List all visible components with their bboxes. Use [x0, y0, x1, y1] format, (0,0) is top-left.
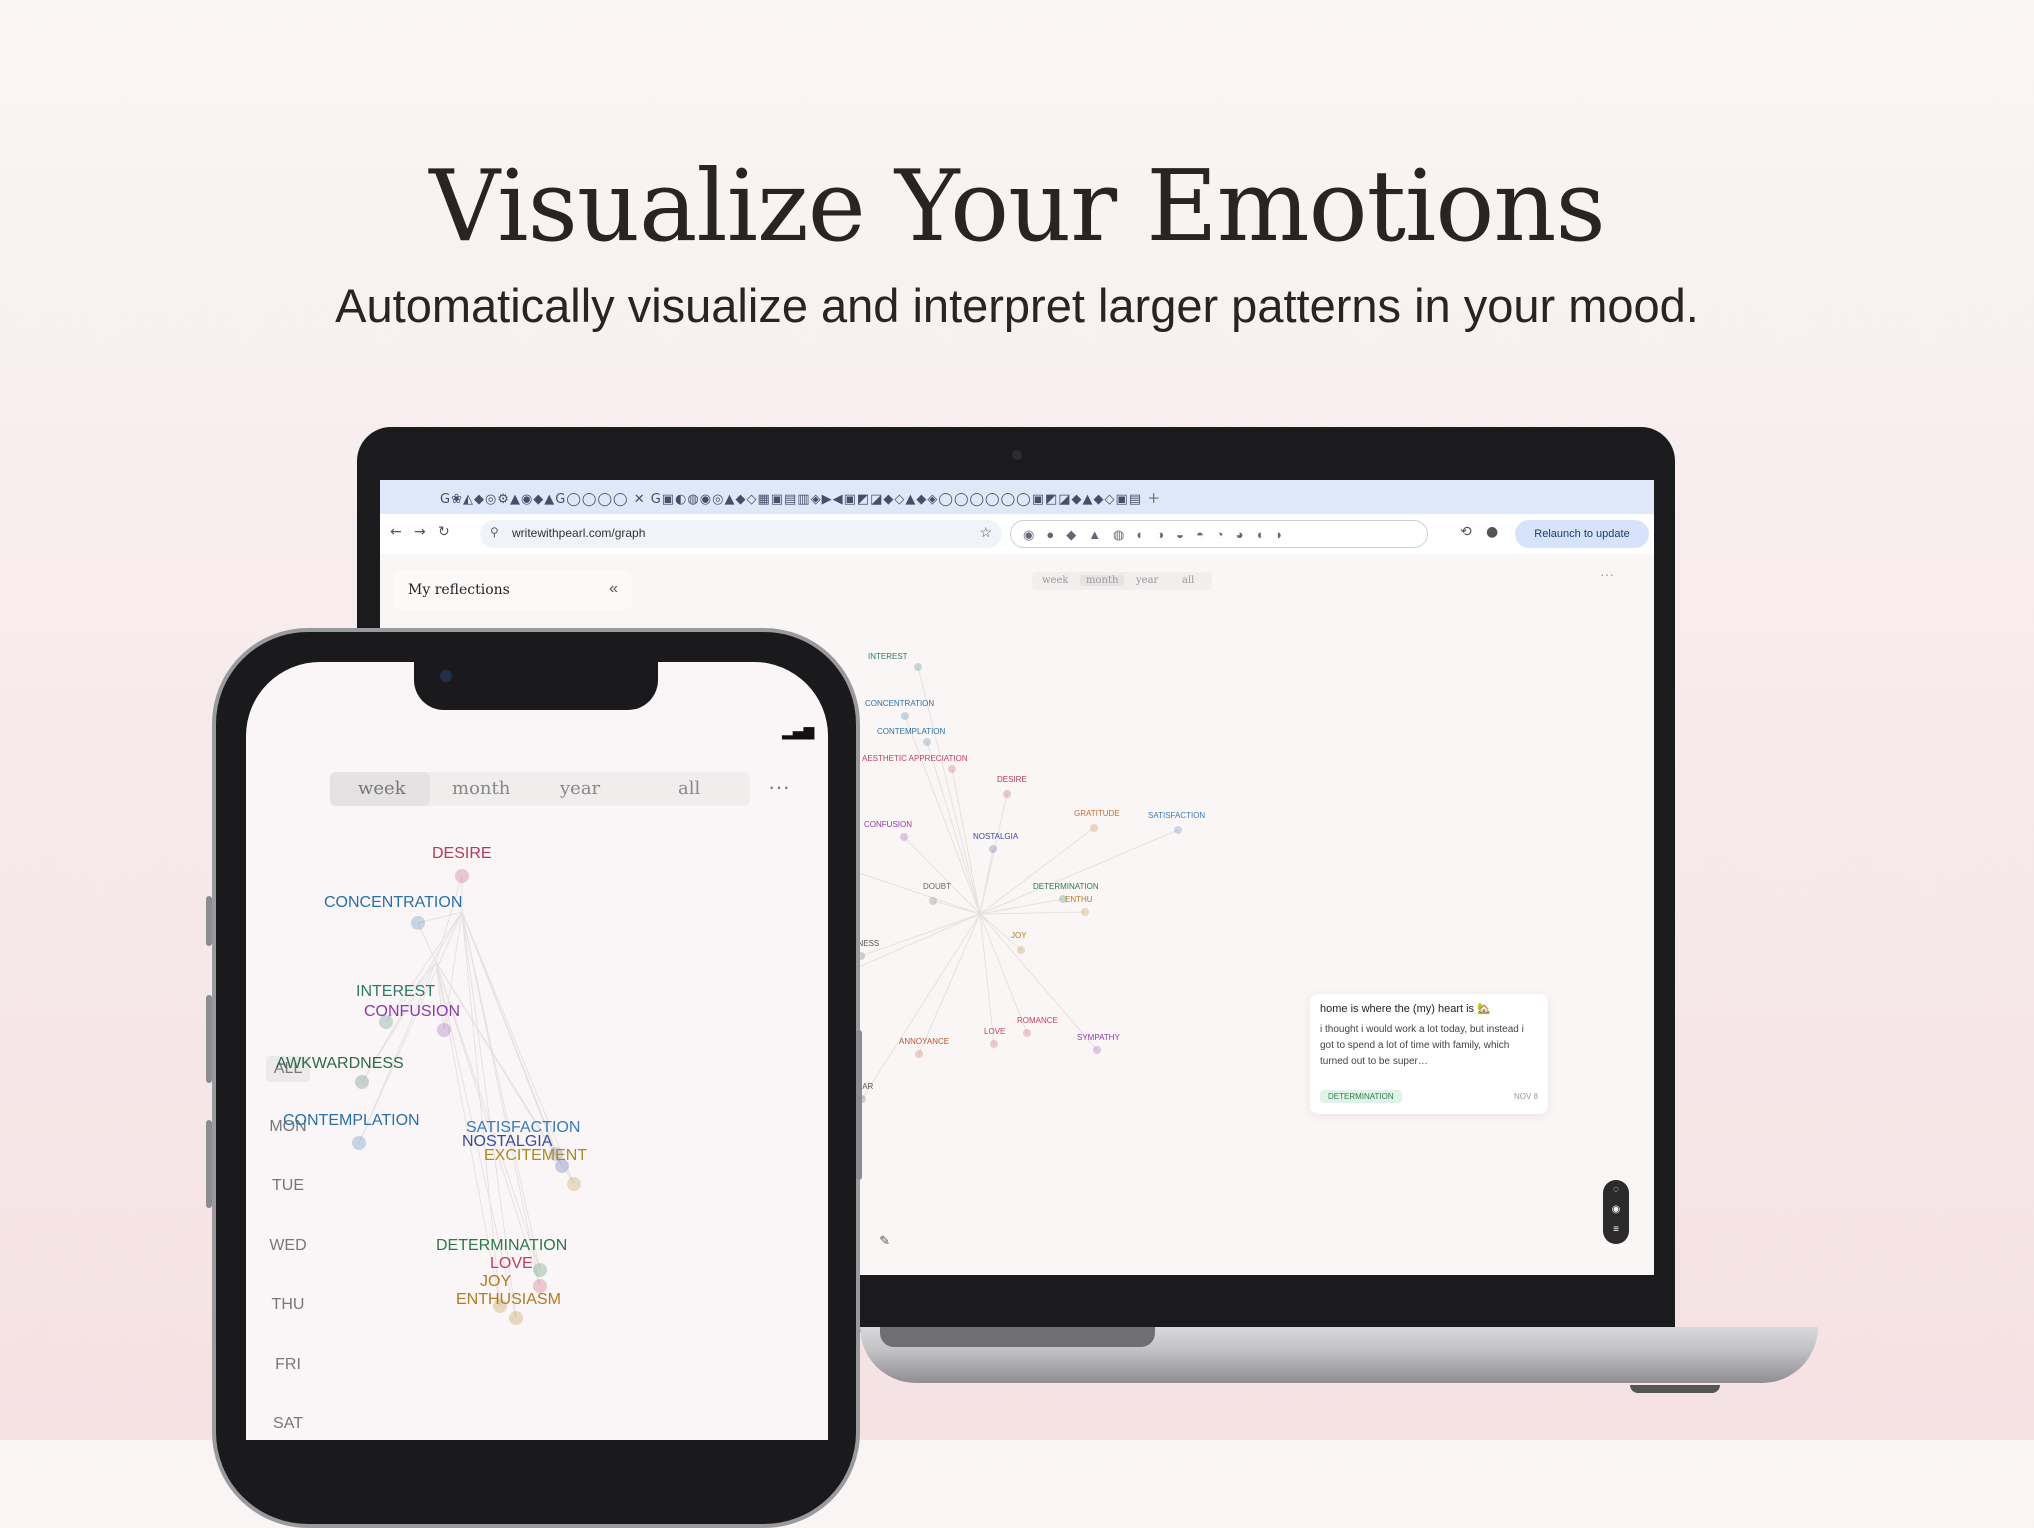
- emotion-node[interactable]: [948, 765, 956, 773]
- emotion-label[interactable]: NOSTALGIA: [973, 832, 1019, 841]
- emotion-label[interactable]: GRATITUDE: [1074, 809, 1120, 818]
- emotion-label[interactable]: CONCENTRATION: [865, 699, 934, 708]
- floating-action-pill[interactable]: ◌ ◉ ≡: [1603, 1180, 1629, 1244]
- emotion-label[interactable]: LOVE: [984, 1027, 1005, 1036]
- phone-power-button: [856, 1030, 862, 1180]
- emotion-label[interactable]: CONTEMPLATION: [283, 1112, 420, 1129]
- emotion-label[interactable]: JOY: [480, 1273, 511, 1290]
- graph-link: [860, 913, 981, 957]
- popup-emotion-tag[interactable]: DETERMINATION: [1320, 1090, 1402, 1103]
- popup-title: home is where the (my) heart is 🏡: [1320, 1003, 1491, 1015]
- emotion-label[interactable]: CONTEMPLATION: [877, 727, 946, 736]
- emotion-label[interactable]: LOVE: [490, 1255, 533, 1272]
- list-icon[interactable]: ≡: [1603, 1220, 1629, 1240]
- laptop-hinge: [880, 1327, 1155, 1347]
- hero-title: Visualize Your Emotions: [429, 150, 1606, 264]
- emotion-node[interactable]: [411, 916, 425, 930]
- emotion-node[interactable]: [1090, 824, 1098, 832]
- emotion-label[interactable]: AWKWARDNESS: [276, 1055, 404, 1072]
- emotion-label[interactable]: DETERMINATION: [436, 1237, 567, 1254]
- emotion-label[interactable]: ENTHUSIASM: [456, 1291, 561, 1308]
- browser-tab-bar[interactable]: G❀◭◆◎⚙▲◉◆▲G◯◯◯◯ ✕ G▣◐◍◉◎▲◆◇▦▣▤▥◈▶◀▣◩◪◆◇▲…: [380, 480, 1654, 514]
- reflection-popup-card[interactable]: home is where the (my) heart is 🏡 i thou…: [1310, 994, 1548, 1114]
- graph-link: [979, 913, 995, 1045]
- back-arrow-icon[interactable]: ←: [390, 524, 402, 540]
- emotion-node[interactable]: [1003, 790, 1011, 798]
- emotion-label[interactable]: CONCENTRATION: [324, 894, 462, 911]
- emotion-node[interactable]: [989, 845, 997, 853]
- popup-date: NOV 8: [1513, 1092, 1538, 1101]
- graph-link: [979, 848, 994, 915]
- phone-volume-down: [206, 1120, 212, 1208]
- emotion-label[interactable]: DESIRE: [432, 845, 492, 862]
- emotion-label[interactable]: ROMANCE: [1017, 1016, 1058, 1025]
- emotion-node[interactable]: [1093, 1046, 1101, 1054]
- emotion-node[interactable]: [509, 1311, 523, 1325]
- emotion-label[interactable]: INTEREST: [356, 983, 435, 1000]
- hero-subtitle: Automatically visualize and interpret la…: [335, 279, 1699, 332]
- address-url: writewithpearl.com/graph: [512, 526, 646, 540]
- emotion-label[interactable]: CONFUSION: [864, 820, 912, 829]
- graph-link: [918, 913, 981, 1055]
- edit-icon[interactable]: ✎: [879, 1234, 912, 1249]
- sync-icon[interactable]: ⟲: [1460, 524, 1472, 540]
- emotion-label[interactable]: DETERMINATION: [1033, 882, 1099, 891]
- emotion-node[interactable]: [901, 712, 909, 720]
- graph-link: [951, 768, 981, 915]
- emotion-node[interactable]: [914, 663, 922, 671]
- popup-body: i thought i would work a lot today, but …: [1320, 1024, 1524, 1067]
- emotion-label[interactable]: SATISFACTION: [1148, 811, 1205, 820]
- emotion-label[interactable]: INTEREST: [868, 652, 908, 661]
- graph-link: [861, 913, 981, 1100]
- browser-toolbar: ← → ↻ ⚲ writewithpearl.com/graph ☆ ◉●◆▲◍…: [380, 514, 1654, 555]
- emotion-label[interactable]: DESIRE: [997, 775, 1027, 784]
- emotion-node[interactable]: [1017, 946, 1025, 954]
- emotion-node[interactable]: [923, 738, 931, 746]
- relaunch-button[interactable]: Relaunch to update: [1515, 520, 1649, 548]
- tab-favicons-icon[interactable]: G❀◭◆◎⚙▲◉◆▲G◯◯◯◯ ✕ G▣◐◍◉◎▲◆◇▦▣▤▥◈▶◀▣◩◪◆◇▲…: [440, 488, 1161, 507]
- forward-arrow-icon[interactable]: →: [414, 524, 426, 540]
- emotion-node[interactable]: [900, 833, 908, 841]
- emotion-node[interactable]: [1023, 1029, 1031, 1037]
- emotion-node[interactable]: [355, 1075, 369, 1089]
- chat-icon[interactable]: ◌: [1603, 1180, 1629, 1200]
- emotion-node[interactable]: [567, 1177, 581, 1191]
- emotion-node[interactable]: [1174, 826, 1182, 834]
- graph-link: [979, 911, 1086, 915]
- phone-screen: ▂▄▆ week month year all ··· ALL MON TUE …: [246, 662, 828, 1440]
- laptop-camera: [1012, 450, 1022, 460]
- reload-icon[interactable]: ↻: [438, 524, 450, 540]
- emotion-node[interactable]: [352, 1136, 366, 1150]
- emotion-node[interactable]: [455, 869, 469, 883]
- emotion-label[interactable]: EXCITEMENT: [484, 1147, 587, 1164]
- emotion-label[interactable]: DOUBT: [923, 882, 951, 891]
- laptop-foot: [1630, 1385, 1720, 1393]
- phone-volume-up: [206, 995, 212, 1083]
- emotion-node[interactable]: [929, 897, 937, 905]
- extensions-bar[interactable]: ◉●◆▲◍◐◑◒◓◔◕◖◗: [1010, 520, 1428, 548]
- emotion-node[interactable]: [915, 1050, 923, 1058]
- profile-avatar[interactable]: ●: [1486, 524, 1498, 540]
- emotion-node[interactable]: [437, 1023, 451, 1037]
- emotion-node[interactable]: [990, 1040, 998, 1048]
- emotion-node[interactable]: [533, 1263, 547, 1277]
- phone-emotion-graph: DESIRE CONCENTRATION INTEREST CONFUSION AWKW…: [276, 845, 587, 1325]
- emotion-label[interactable]: SYMPATHY: [1077, 1033, 1120, 1042]
- emotion-node[interactable]: [1081, 908, 1089, 916]
- site-info-icon[interactable]: ⚲: [490, 525, 499, 539]
- graph-link: [461, 911, 541, 1287]
- bookmark-star-icon[interactable]: ☆: [979, 524, 992, 541]
- address-bar[interactable]: ⚲ writewithpearl.com/graph ☆: [480, 520, 1002, 548]
- graph-link: [979, 898, 1064, 915]
- emotion-label[interactable]: AESTHETIC APPRECIATION: [862, 754, 968, 763]
- phone-silent-switch: [206, 896, 212, 946]
- front-camera: [440, 670, 452, 682]
- eye-icon[interactable]: ◉: [1603, 1200, 1629, 1220]
- emotion-label[interactable]: ANNOYANCE: [899, 1037, 949, 1046]
- emotion-label[interactable]: ENTHU: [1065, 895, 1093, 904]
- emotion-label[interactable]: CONFUSION: [364, 1003, 460, 1020]
- emotion-label[interactable]: JOY: [1011, 931, 1027, 940]
